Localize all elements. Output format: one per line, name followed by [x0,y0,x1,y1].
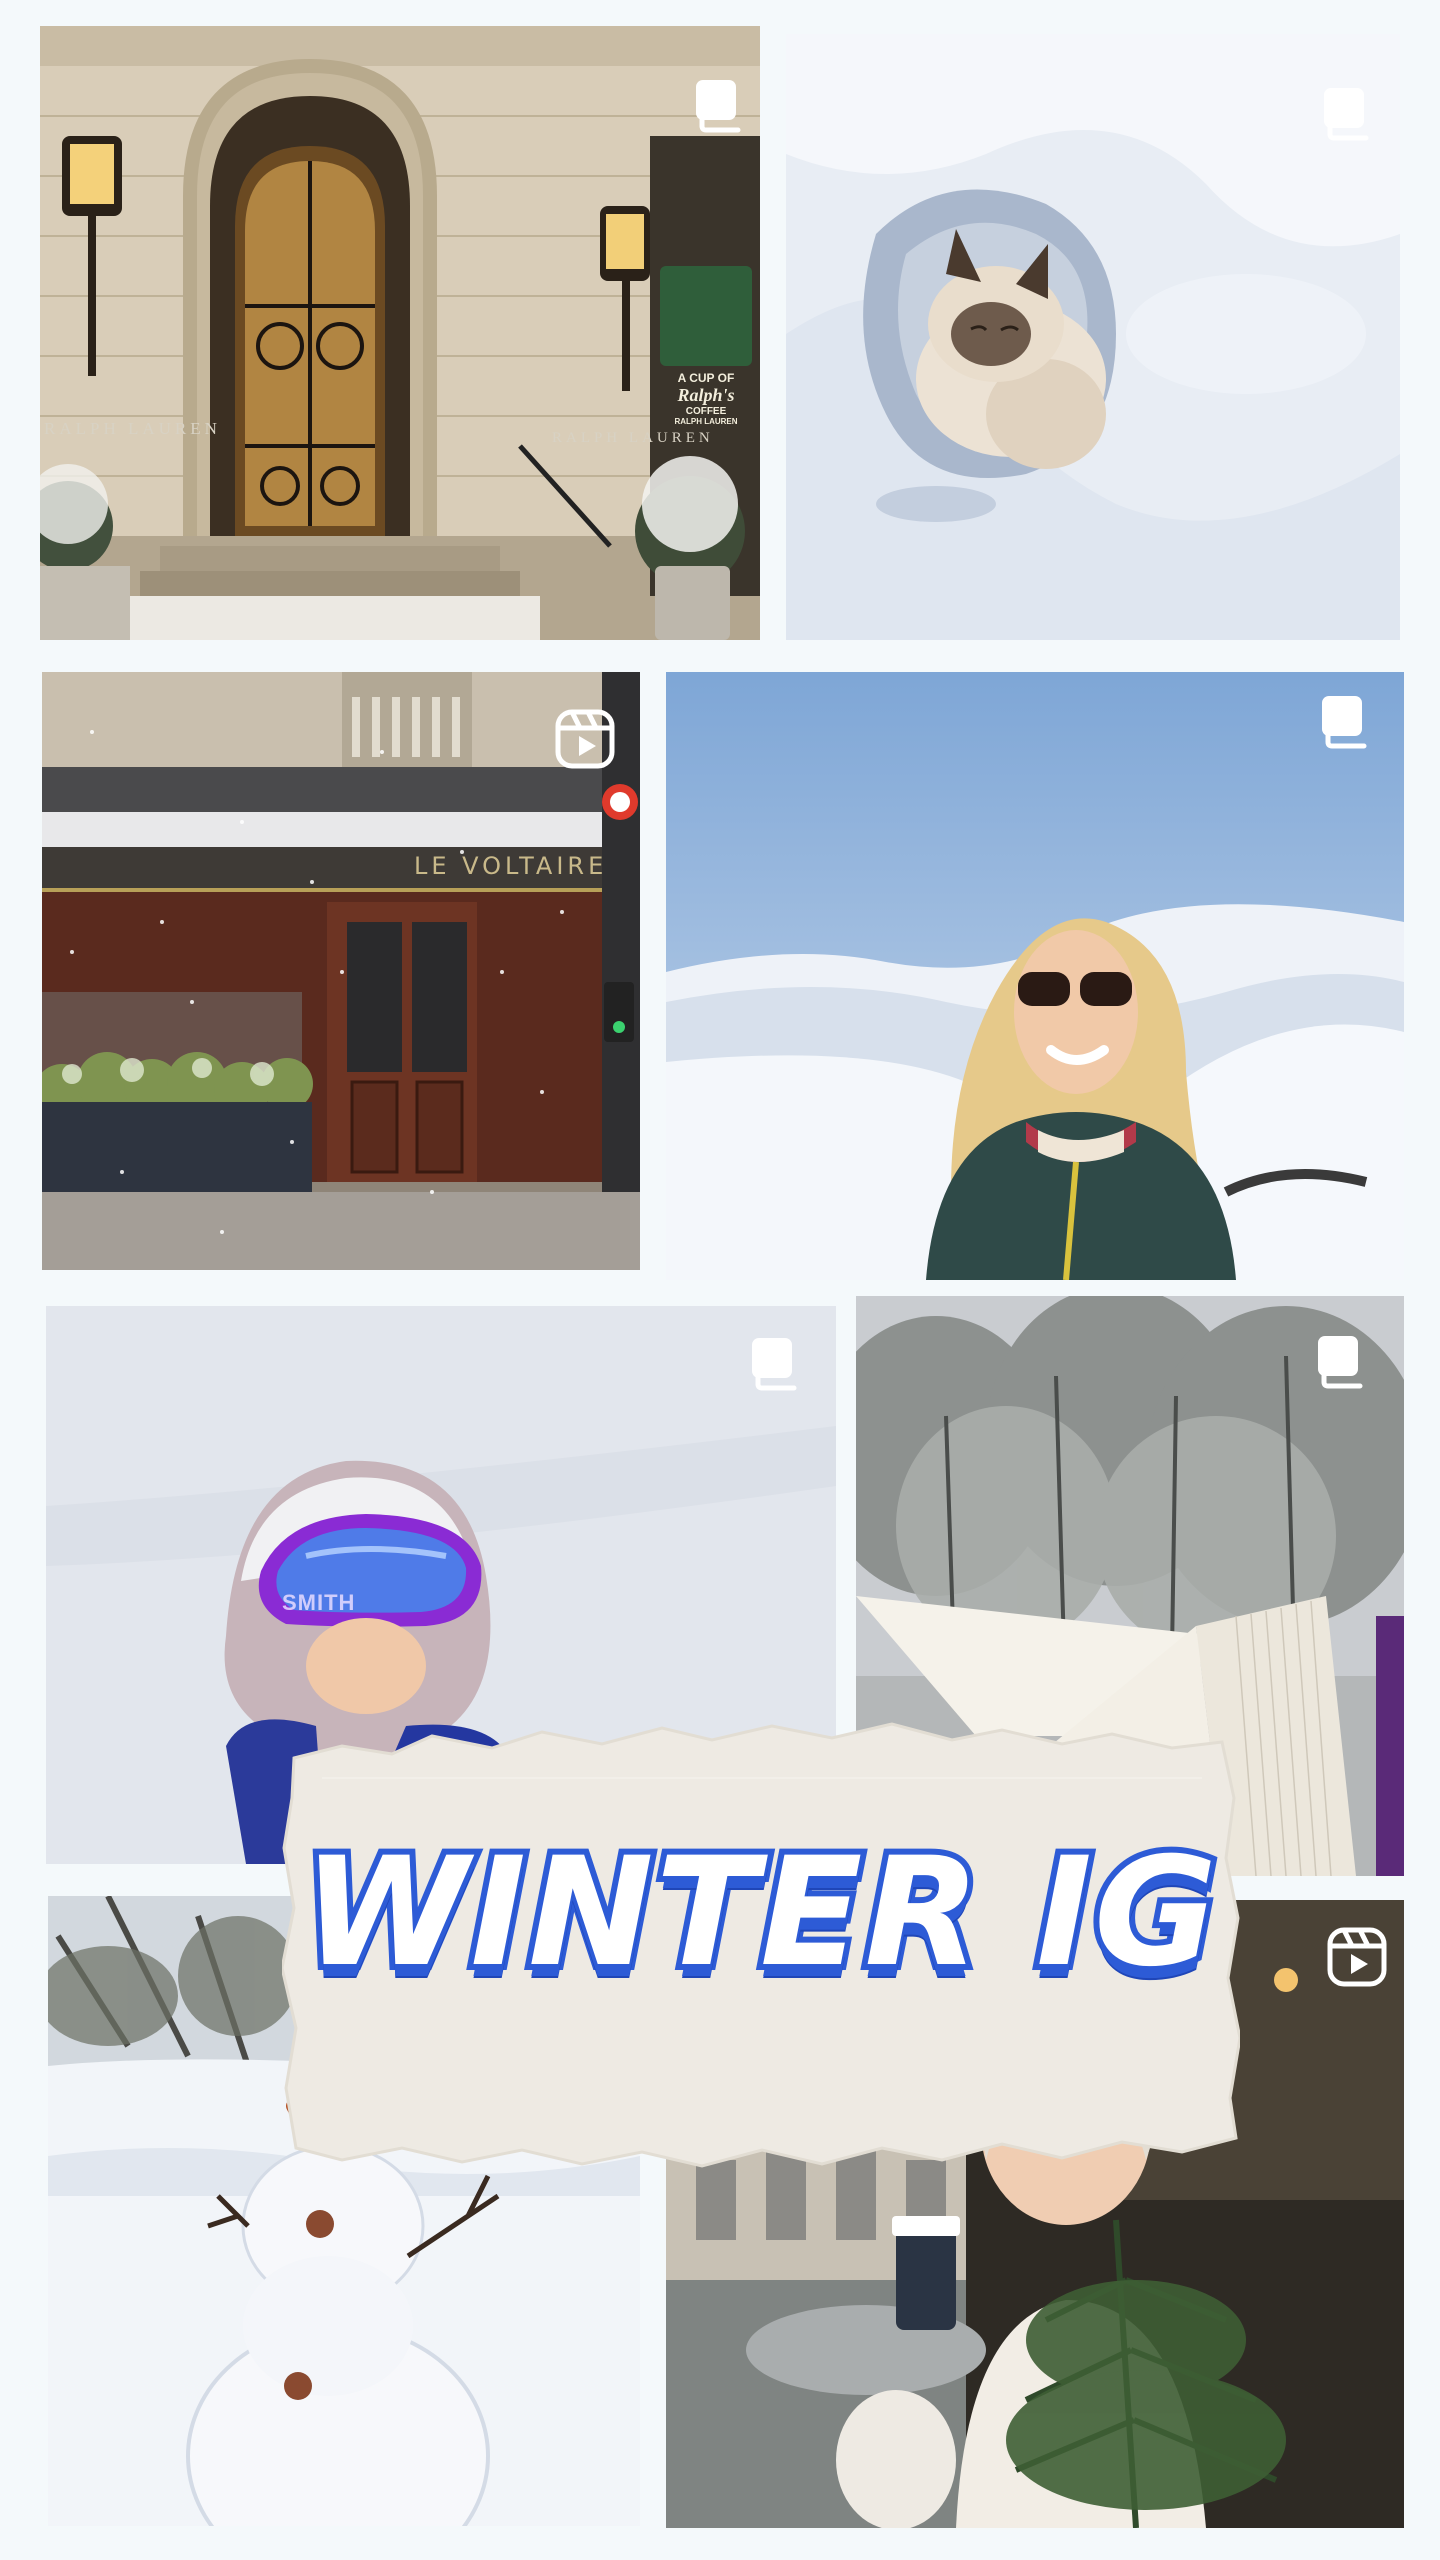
multi-image-icon [1316,692,1378,754]
multi-image-icon [746,1334,808,1396]
cup-of-coffee-sign: A CUP OF Ralph's COFFEE RALPH LAUREN [662,371,750,426]
storefront-sign-right: RALPH LAUREN [552,430,714,446]
tile-siamese-cat-in-snow[interactable] [786,34,1400,640]
cat-photo [786,34,1400,640]
storefront-sign-left: RALPH LAUREN [44,419,221,438]
tile-le-voltaire-cafe[interactable]: LE VOLTAIRE [42,672,640,1270]
reel-icon [554,708,616,770]
cup-sign-line3: RALPH LAUREN [674,417,738,426]
collage-title: WINTER IG [297,1826,1223,2000]
tile-woman-sunglasses-snow-mountains[interactable] [666,672,1404,1280]
cup-sign-line2: COFFEE [685,406,727,417]
cup-sign-line1: A CUP OF [677,371,735,385]
goggle-brand-label: SMITH [282,1590,356,1615]
cafe-photo [42,672,640,1270]
multi-image-icon [1312,1332,1374,1394]
cup-sign-script: Ralph's [677,385,735,405]
portrait-photo [666,672,1404,1280]
multi-image-icon [690,76,752,138]
le-voltaire-sign: LE VOLTAIRE [414,852,608,880]
title-banner: WINTER IG [282,1718,1240,2168]
reel-icon [1326,1926,1388,1988]
storefront-photo [40,26,760,640]
tile-ralph-lauren-storefront[interactable]: RALPH LAUREN RALPH LAUREN A CUP OF Ralph… [40,26,760,640]
multi-image-icon [1318,84,1380,146]
